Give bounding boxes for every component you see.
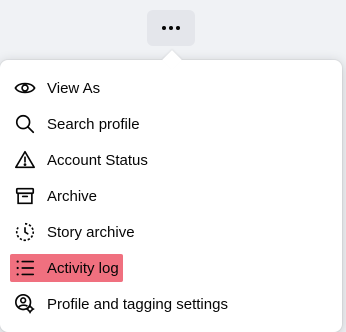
more-dot bbox=[162, 26, 166, 30]
more-dot bbox=[169, 26, 173, 30]
menu-item-account-status[interactable]: Account Status bbox=[10, 146, 152, 174]
menu-item-view-as[interactable]: View As bbox=[10, 74, 104, 102]
menu-item-archive[interactable]: Archive bbox=[10, 182, 101, 210]
eye-icon bbox=[14, 77, 36, 99]
menu-item-story-archive[interactable]: Story archive bbox=[10, 218, 139, 246]
search-icon bbox=[14, 113, 36, 135]
menu-item-label: Account Status bbox=[47, 151, 148, 169]
menu-item-search-profile[interactable]: Search profile bbox=[10, 110, 144, 138]
menu-item-label: Story archive bbox=[47, 223, 135, 241]
menu-item-label: View As bbox=[47, 79, 101, 97]
story-archive-icon bbox=[14, 221, 36, 243]
menu-item-profile-tagging-settings[interactable]: Profile and tagging settings bbox=[10, 290, 232, 318]
menu-item-activity-log[interactable]: Activity log bbox=[10, 254, 123, 282]
more-options-button[interactable] bbox=[147, 10, 195, 46]
list-icon bbox=[14, 257, 36, 279]
more-dot bbox=[176, 26, 180, 30]
profile-settings-icon bbox=[14, 293, 36, 315]
menu-item-label: Activity log bbox=[47, 259, 119, 277]
menu-item-label: Archive bbox=[47, 187, 98, 205]
warning-icon bbox=[14, 149, 36, 171]
menu-item-label: Search profile bbox=[47, 115, 140, 133]
menu-item-label: Profile and tagging settings bbox=[47, 295, 228, 313]
archive-box-icon bbox=[14, 185, 36, 207]
